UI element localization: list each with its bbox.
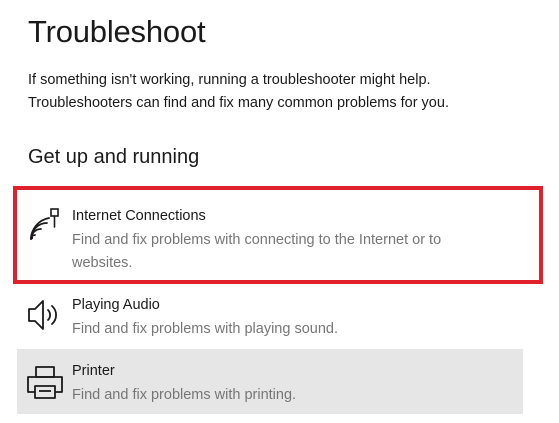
speaker-icon [25, 295, 65, 335]
troubleshooter-printer[interactable]: Printer Find and fix problems with print… [17, 349, 523, 414]
description-line-1: If something isn't working, running a tr… [28, 72, 431, 88]
page-title: Troubleshoot [28, 14, 206, 49]
troubleshooter-title: Playing Audio [72, 297, 160, 313]
description-line-2: Troubleshooters can find and fix many co… [28, 95, 449, 111]
section-heading: Get up and running [28, 146, 200, 168]
printer-icon [25, 363, 65, 403]
troubleshooter-description: Find and fix problems with printing. [72, 387, 297, 403]
troubleshooter-title: Printer [72, 363, 115, 379]
troubleshooter-playing-audio[interactable]: Playing Audio Find and fix problems with… [17, 287, 523, 347]
highlight-frame [13, 186, 543, 284]
page-description: If something isn't working, running a tr… [28, 69, 548, 115]
troubleshooter-description: Find and fix problems with playing sound… [72, 321, 338, 337]
